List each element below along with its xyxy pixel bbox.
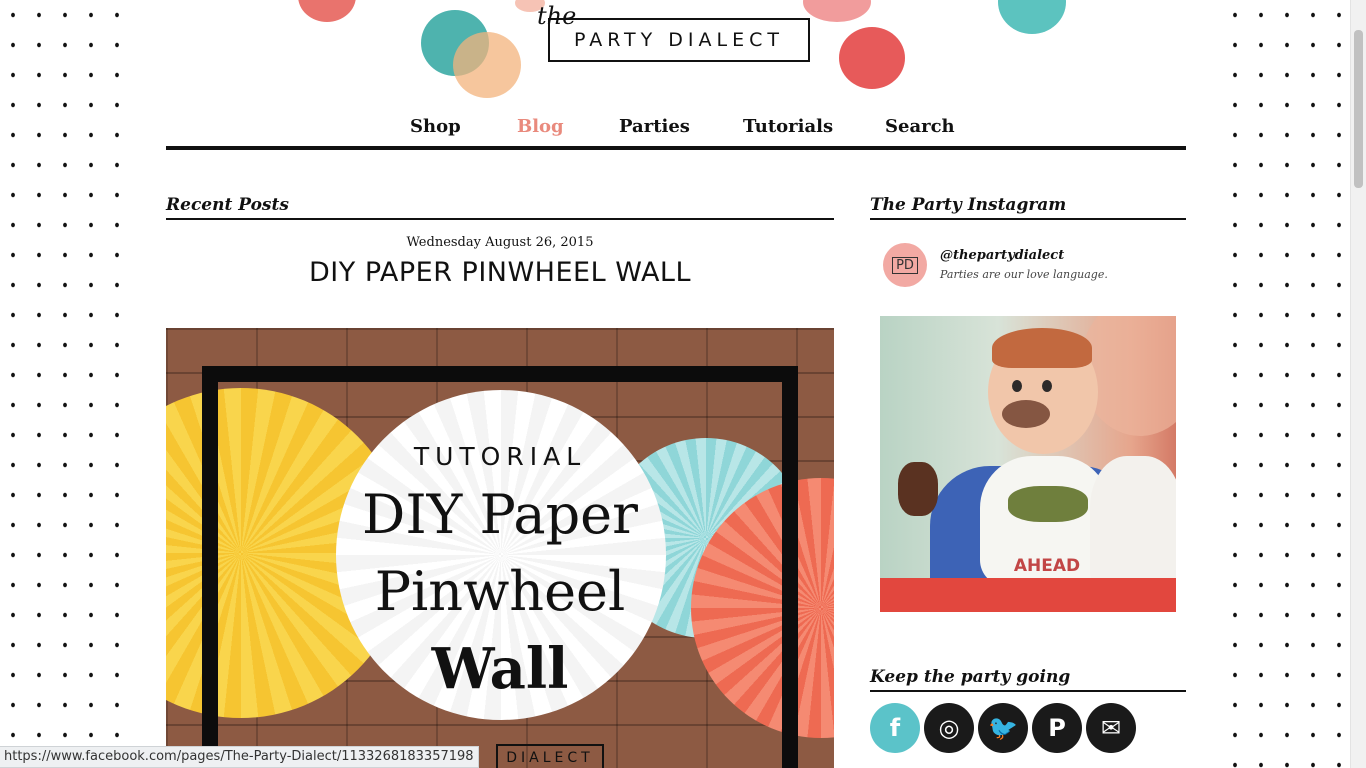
main-nav: Shop Blog Parties Tutorials Search [166, 110, 1186, 150]
site-logo[interactable]: PARTY DIALECT [548, 18, 810, 62]
nav-search[interactable]: Search [885, 116, 955, 137]
baby-eye [1012, 380, 1022, 392]
twitter-icon[interactable]: 🐦 [978, 703, 1028, 753]
instagram-icon[interactable]: ◎ [924, 703, 974, 753]
cake [1090, 456, 1176, 586]
instagram-photo[interactable]: AHEAD [880, 316, 1176, 612]
baby-eye [1042, 380, 1052, 392]
email-icon[interactable]: ✉ [1086, 703, 1136, 753]
confetti-dot [298, 0, 356, 22]
social-heading: Keep the party going [870, 667, 1186, 692]
confetti-dot [453, 32, 521, 98]
instagram-heading: The Party Instagram [870, 195, 1186, 220]
avatar-monogram: PD [892, 256, 918, 274]
facebook-icon[interactable]: f [870, 703, 920, 753]
post-title[interactable]: DIY PAPER PINWHEEL WALL [166, 257, 834, 288]
instagram-bio: Parties are our love language. [940, 268, 1108, 281]
nav-blog[interactable]: Blog [517, 116, 564, 137]
recent-posts-heading: Recent Posts [166, 195, 834, 220]
image-line-1: DIY Paper [362, 483, 638, 546]
image-footer-logo: DIALECT [496, 744, 604, 768]
cake-smear [1002, 400, 1050, 428]
confetti-dot [839, 27, 905, 89]
confetti-dot [803, 0, 871, 22]
image-line-2: Pinwheel [374, 560, 626, 623]
scrollbar[interactable] [1350, 0, 1366, 768]
post-featured-image[interactable]: TUTORIAL DIY Paper Pinwheel Wall DIALECT [166, 328, 834, 768]
status-bar-url: https://www.facebook.com/pages/The-Party… [0, 746, 479, 768]
nav-tutorials[interactable]: Tutorials [743, 116, 833, 137]
image-kicker: TUTORIAL [413, 442, 587, 471]
baby-hair [992, 328, 1092, 368]
site-header: the PARTY DIALECT [135, 0, 1217, 100]
nav-parties[interactable]: Parties [619, 116, 690, 137]
image-line-3: Wall [431, 636, 569, 702]
confetti-dot [998, 0, 1066, 34]
instagram-avatar[interactable]: PD [883, 243, 927, 287]
scrollbar-thumb[interactable] [1354, 30, 1363, 188]
table-edge [880, 578, 1176, 612]
cake-in-hand [898, 462, 938, 516]
pinterest-icon[interactable]: P [1032, 703, 1082, 753]
nav-shop[interactable]: Shop [410, 116, 461, 137]
post-date: Wednesday August 26, 2015 [406, 235, 594, 250]
bib-text: AHEAD [1013, 556, 1081, 576]
page-container: the PARTY DIALECT Shop Blog Parties Tuto… [135, 0, 1217, 768]
instagram-handle[interactable]: @thepartydialect [940, 248, 1064, 263]
bear-print [1008, 486, 1088, 522]
